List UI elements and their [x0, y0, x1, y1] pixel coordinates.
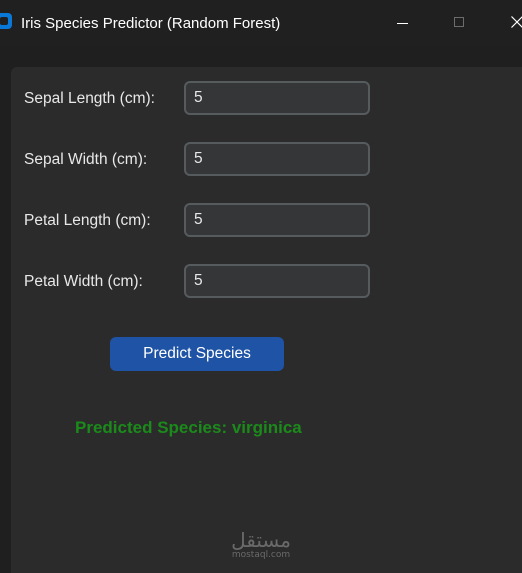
petal-width-input[interactable] — [184, 264, 370, 298]
title-bar: Iris Species Predictor (Random Forest) — [0, 0, 522, 46]
sepal-width-label: Sepal Width (cm): — [24, 151, 148, 168]
prediction-result: Predicted Species: virginica — [75, 418, 302, 437]
mostaql-watermark: مستقل mostaql.com — [228, 530, 294, 560]
watermark-arabic: مستقل — [231, 528, 291, 552]
close-icon — [511, 16, 522, 28]
maximize-button[interactable] — [436, 0, 482, 46]
minimize-button[interactable] — [380, 0, 426, 46]
maximize-icon — [454, 17, 464, 27]
app-window: Iris Species Predictor (Random Forest) S… — [0, 0, 522, 573]
petal-length-label: Petal Length (cm): — [24, 212, 151, 229]
sepal-length-label: Sepal Length (cm): — [24, 90, 155, 107]
watermark-latin: mostaql.com — [231, 550, 291, 560]
sepal-length-input[interactable] — [184, 81, 370, 115]
app-icon — [0, 13, 12, 29]
close-button[interactable] — [492, 0, 522, 46]
sepal-width-input[interactable] — [184, 142, 370, 176]
minimize-icon — [397, 23, 408, 24]
petal-width-label: Petal Width (cm): — [24, 273, 143, 290]
window-title: Iris Species Predictor (Random Forest) — [21, 15, 281, 32]
petal-length-input[interactable] — [184, 203, 370, 237]
predict-species-button[interactable]: Predict Species — [110, 337, 284, 371]
